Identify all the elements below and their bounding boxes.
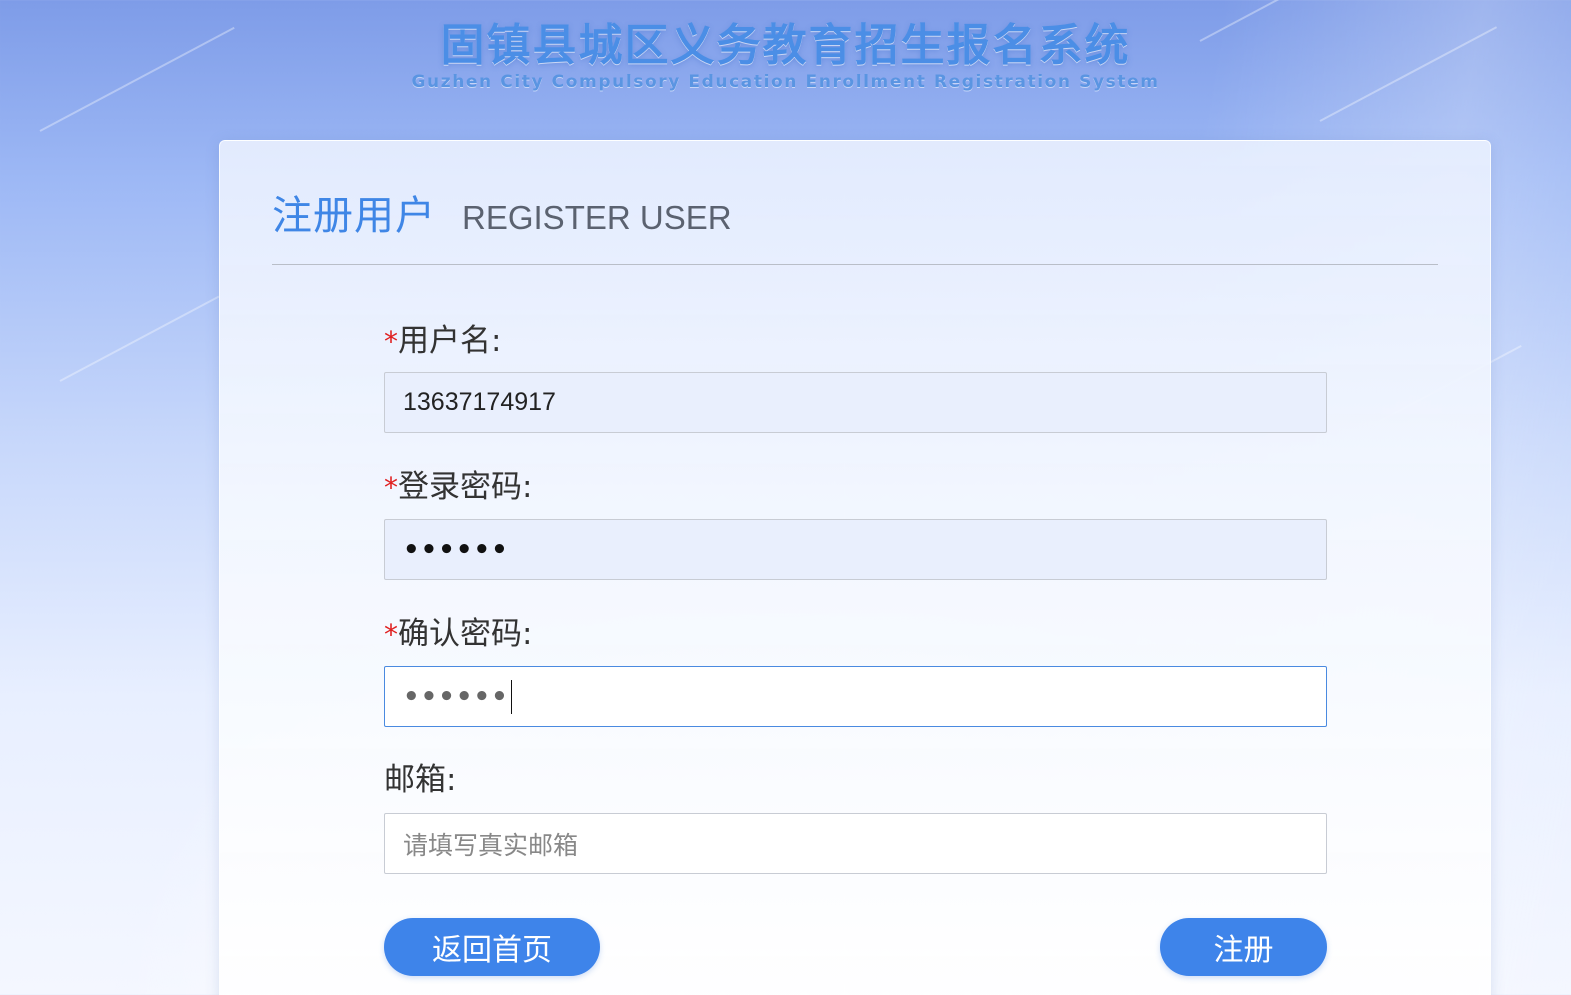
register-button[interactable]: 注册	[1160, 918, 1327, 976]
email-placeholder: 请填写真实邮箱	[403, 830, 579, 860]
password-label: *登录密码:	[384, 469, 533, 505]
register-card: 注册用户 REGISTER USER *用户名: 13637174917 *登录…	[219, 140, 1491, 995]
confirm-password-label: *确认密码:	[384, 616, 533, 652]
confirm-password-masked-value: ••••••	[403, 681, 509, 712]
username-label: *用户名:	[384, 323, 502, 359]
site-subtitle: Guzhen City Compulsory Education Enrollm…	[411, 72, 1160, 92]
text-caret	[510, 679, 513, 714]
site-header: 固镇县城区义务教育招生报名系统 Guzhen City Compulsory E…	[0, 18, 1571, 92]
password-input[interactable]: ••••••	[384, 519, 1327, 580]
divider	[272, 264, 1438, 265]
password-masked-value: ••••••	[403, 534, 509, 565]
card-title: 注册用户	[272, 193, 436, 239]
confirm-password-input[interactable]: ••••••	[384, 666, 1327, 727]
site-title: 固镇县城区义务教育招生报名系统	[440, 20, 1131, 71]
username-value: 13637174917	[403, 388, 556, 416]
required-mark: *	[384, 618, 398, 651]
username-input[interactable]: 13637174917	[384, 372, 1327, 433]
required-mark: *	[384, 471, 398, 504]
background-streak	[59, 295, 220, 382]
email-label: 邮箱:	[384, 762, 457, 798]
card-heading: 注册用户 REGISTER USER	[272, 183, 732, 241]
back-home-button[interactable]: 返回首页	[384, 918, 600, 976]
email-input[interactable]: 请填写真实邮箱	[384, 813, 1327, 874]
card-title-english: REGISTER USER	[462, 199, 732, 236]
required-mark: *	[384, 325, 398, 358]
